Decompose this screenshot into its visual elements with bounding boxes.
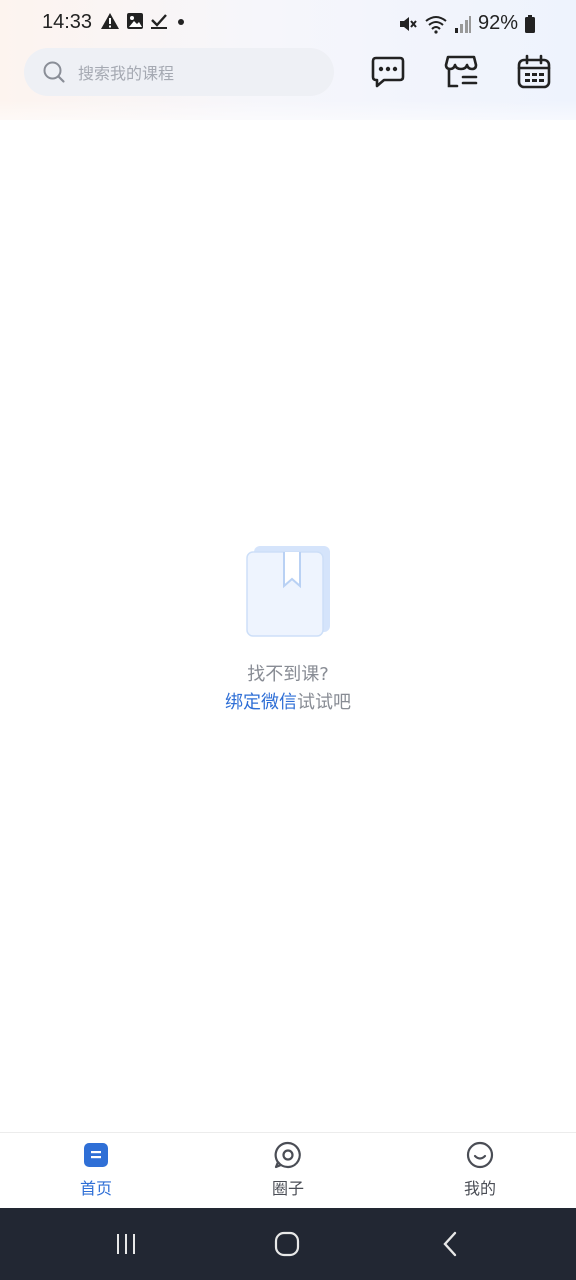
message-icon (371, 56, 405, 88)
calendar-button[interactable] (514, 52, 554, 92)
nav-label-home: 首页 (79, 1179, 112, 1198)
nav-item-profile[interactable]: 我的 (420, 1141, 540, 1205)
empty-book-illustration (244, 544, 334, 640)
recent-apps-button[interactable] (106, 1230, 146, 1258)
search-placeholder: 搜索我的课程 (78, 64, 175, 83)
image-icon (127, 13, 143, 29)
battery-level: 92% (477, 12, 518, 34)
header-fade (0, 100, 576, 140)
hint-suffix: 试试吧 (297, 692, 351, 713)
bind-wechat-link[interactable]: 绑定微信 (225, 692, 297, 713)
nav-label-profile: 我的 (463, 1179, 496, 1198)
status-right-icons: 92% (398, 12, 536, 35)
home-button[interactable] (267, 1230, 307, 1258)
circle-chat-icon (274, 1141, 301, 1169)
profile-smile-icon (466, 1141, 494, 1169)
message-button[interactable] (368, 52, 408, 92)
nav-label-circle: 圈子 (271, 1179, 304, 1198)
back-button[interactable] (430, 1230, 470, 1258)
mute-icon (399, 16, 417, 31)
search-icon (42, 60, 66, 84)
store-button[interactable] (441, 52, 481, 92)
status-time: 14:33 (42, 11, 93, 33)
empty-title: 找不到课? (247, 664, 329, 685)
system-navigation-bar (0, 1208, 576, 1280)
wifi-icon (425, 15, 447, 34)
calendar-icon (517, 54, 551, 89)
recent-apps-icon (117, 1234, 135, 1254)
dot-icon (178, 19, 184, 25)
bottom-nav: 首页 圈子 我的 (0, 1132, 576, 1209)
search-bar[interactable]: 搜索我的课程 (24, 48, 334, 96)
home-circle-icon (274, 1231, 300, 1257)
back-icon (443, 1231, 457, 1257)
battery-icon (525, 14, 535, 33)
empty-hint: 绑定微信试试吧 (0, 688, 576, 714)
nav-item-home[interactable]: 首页 (36, 1141, 156, 1205)
warning-icon (101, 13, 119, 29)
nav-item-circle[interactable]: 圈子 (228, 1141, 348, 1205)
store-icon (444, 55, 478, 88)
home-icon (84, 1143, 108, 1167)
check-icon (151, 14, 167, 29)
signal-icon (454, 15, 471, 33)
status-bar: 14:33 92% (0, 0, 576, 46)
status-left-icons (100, 12, 188, 30)
